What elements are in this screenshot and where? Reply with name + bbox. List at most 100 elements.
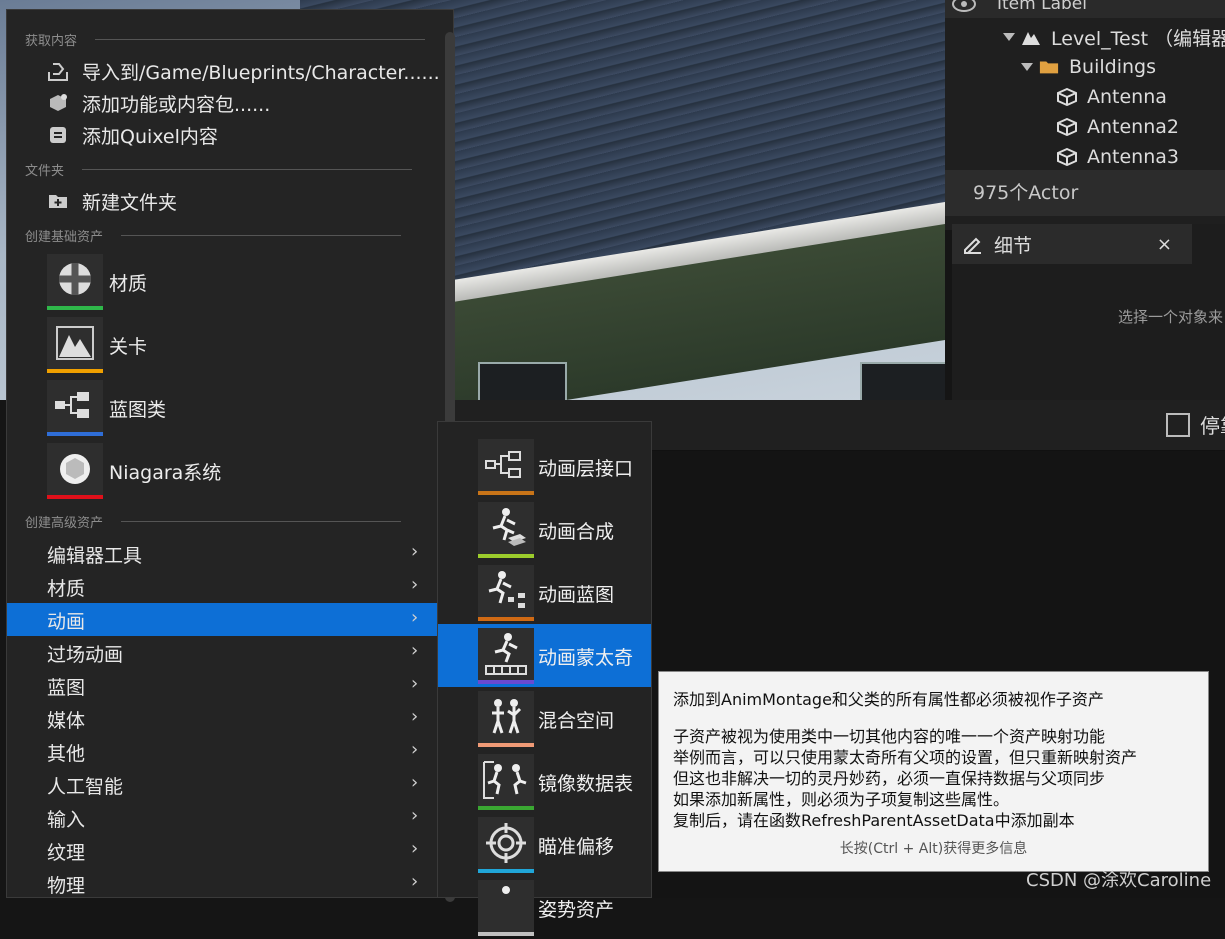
section-basic-assets: 创建基础资产 xyxy=(25,226,402,245)
outliner-row-actor[interactable]: Antenna xyxy=(1057,82,1167,112)
aim-offset-icon xyxy=(486,823,526,863)
new-folder-menu-item[interactable]: 新建文件夹 xyxy=(47,186,177,216)
menu-item-label: 导入到/Game/Blueprints/Character...... xyxy=(82,61,440,84)
level-icon xyxy=(1022,32,1040,45)
chevron-right-icon: › xyxy=(411,574,419,595)
anim-montage-item[interactable]: 动画蒙太奇 xyxy=(438,624,651,687)
tooltip-title: 添加到AnimMontage和父类的所有属性都必须被视作子资产 xyxy=(673,690,1104,709)
dock-icon[interactable] xyxy=(1166,413,1190,437)
outliner-column-label[interactable]: Item Label xyxy=(997,0,1087,14)
category-cinematics[interactable]: 过场动画 › xyxy=(7,636,439,669)
dock-button[interactable]: 停靠 xyxy=(1200,410,1225,439)
asset-thumbnail xyxy=(478,565,534,621)
asset-label: 瞄准偏移 xyxy=(538,836,615,858)
outliner-row-actor[interactable]: Antenna3 xyxy=(1057,142,1179,172)
asset-color-bar xyxy=(47,369,103,373)
expand-arrow-icon[interactable] xyxy=(1021,63,1033,71)
category-ai[interactable]: 人工智能 › xyxy=(7,768,439,801)
category-label: 材质 xyxy=(47,578,86,600)
asset-label: 姿势资产 xyxy=(538,899,615,921)
anim-layer-interface-icon xyxy=(485,451,521,478)
tooltip-line: 子资产被视为使用类中一切其他内容的唯一一个资产映射功能 xyxy=(673,727,1106,746)
add-content-pack-menu-item[interactable]: 添加功能或内容包...... xyxy=(47,88,270,118)
category-media[interactable]: 媒体 › xyxy=(7,702,439,735)
divider xyxy=(82,169,413,170)
material-asset-item[interactable]: 材质 xyxy=(47,252,147,312)
category-material[interactable]: 材质 › xyxy=(7,570,439,603)
asset-color-bar xyxy=(478,743,534,747)
outliner-row-label: Buildings xyxy=(1069,56,1156,78)
category-label: 物理 xyxy=(47,875,86,897)
asset-thumbnail xyxy=(478,880,534,936)
chevron-right-icon: › xyxy=(411,673,419,694)
viewport-window xyxy=(478,362,567,400)
outliner-row-actor[interactable]: Antenna2 xyxy=(1057,112,1179,142)
anim-layer-interface-item[interactable]: 动画层接口 xyxy=(438,435,651,498)
niagara-system-asset-item[interactable]: Niagara系统 xyxy=(47,441,221,501)
category-input[interactable]: 输入 › xyxy=(7,801,439,834)
asset-color-bar xyxy=(47,306,103,310)
aim-offset-item[interactable]: 瞄准偏移 xyxy=(438,813,651,876)
section-label: 创建高级资产 xyxy=(25,516,104,531)
import-menu-item[interactable]: 导入到/Game/Blueprints/Character...... xyxy=(47,56,440,86)
expand-arrow-icon[interactable] xyxy=(1003,33,1015,41)
section-label: 创建基础资产 xyxy=(25,230,104,245)
close-icon[interactable]: × xyxy=(1157,234,1172,255)
asset-color-bar xyxy=(478,680,534,684)
details-empty-text: 选择一个对象来 xyxy=(1118,308,1224,326)
material-icon xyxy=(59,263,91,295)
eye-icon[interactable] xyxy=(951,0,977,14)
anim-composite-item[interactable]: 动画合成 xyxy=(438,498,651,561)
outliner-row-level[interactable]: Level_Test （编辑器 xyxy=(1003,22,1225,52)
add-quixel-menu-item[interactable]: 添加Quixel内容 xyxy=(47,120,218,150)
anim-montage-icon xyxy=(485,633,527,675)
anim-blueprint-icon xyxy=(488,571,525,608)
section-folder: 文件夹 xyxy=(25,160,413,179)
category-label: 蓝图 xyxy=(47,677,86,699)
static-mesh-icon xyxy=(1057,148,1077,166)
category-label: 输入 xyxy=(47,809,86,831)
quixel-icon xyxy=(50,127,66,143)
asset-thumbnail xyxy=(478,439,534,495)
chevron-right-icon: › xyxy=(411,739,419,760)
chevron-right-icon: › xyxy=(411,607,419,628)
outliner-row-label: Antenna3 xyxy=(1087,146,1179,168)
pose-asset-item[interactable]: 姿势资产 xyxy=(438,876,651,939)
section-advanced-assets: 创建高级资产 xyxy=(25,512,402,531)
tooltip-hint: 长按(Ctrl + Alt)获得更多信息 xyxy=(839,841,1028,857)
anim-blueprint-item[interactable]: 动画蓝图 xyxy=(438,561,651,624)
category-editor-tools[interactable]: 编辑器工具 › xyxy=(7,537,439,570)
category-blueprint[interactable]: 蓝图 › xyxy=(7,669,439,702)
watermark: CSDN @涂欢Caroline xyxy=(1026,870,1212,891)
mirror-data-table-icon xyxy=(483,761,527,799)
asset-label: 动画合成 xyxy=(538,521,615,543)
blend-space-icon xyxy=(492,699,522,734)
asset-color-bar xyxy=(478,617,534,621)
blueprint-class-thumbnail xyxy=(47,380,103,436)
tab-details[interactable]: 细节 × xyxy=(952,224,1192,264)
asset-color-bar xyxy=(47,432,103,436)
pose-asset-icon xyxy=(502,886,510,894)
outliner-row-folder[interactable]: Buildings xyxy=(1021,52,1156,82)
asset-label: 材质 xyxy=(109,272,148,295)
level-asset-item[interactable]: 关卡 xyxy=(47,315,147,375)
folder-icon xyxy=(1039,61,1059,74)
outliner-row-label: Antenna xyxy=(1087,86,1167,108)
category-other[interactable]: 其他 › xyxy=(7,735,439,768)
asset-thumbnail xyxy=(478,817,534,873)
blueprint-class-icon xyxy=(55,392,89,418)
section-get-content: 获取内容 xyxy=(25,30,426,49)
mirror-data-table-item[interactable]: 镜像数据表 xyxy=(438,750,651,813)
blueprint-class-asset-item[interactable]: 蓝图类 xyxy=(47,378,166,438)
category-label: 过场动画 xyxy=(47,644,124,666)
category-animation[interactable]: 动画 › xyxy=(7,603,439,636)
asset-color-bar xyxy=(478,491,534,495)
import-icon xyxy=(48,63,68,81)
category-physics[interactable]: 物理 › xyxy=(7,867,439,900)
category-texture[interactable]: 纹理 › xyxy=(7,834,439,867)
asset-label: 动画蓝图 xyxy=(538,584,615,606)
asset-label: Niagara系统 xyxy=(109,461,222,484)
outliner-row-label: Antenna2 xyxy=(1087,116,1179,138)
static-mesh-icon xyxy=(1057,118,1077,136)
blend-space-item[interactable]: 混合空间 xyxy=(438,687,651,750)
